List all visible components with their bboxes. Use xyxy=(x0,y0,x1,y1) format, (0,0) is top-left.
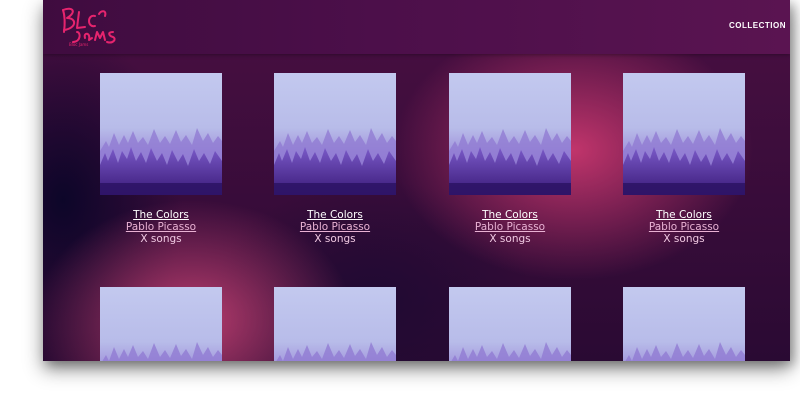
album-artist-link[interactable]: Pablo Picasso xyxy=(255,221,415,233)
album-song-count: X songs xyxy=(140,233,182,245)
album-title-link[interactable]: The Colors xyxy=(81,209,241,221)
album-card xyxy=(81,287,241,361)
album-song-count: X songs xyxy=(663,233,705,245)
album-card xyxy=(255,287,415,361)
album-artist-link[interactable]: Pablo Picasso xyxy=(604,221,764,233)
album-card: The Colors Pablo Picasso X songs xyxy=(430,73,590,245)
album-card: The Colors Pablo Picasso X songs xyxy=(81,73,241,245)
album-cover-image[interactable] xyxy=(623,287,745,361)
album-title-link[interactable]: The Colors xyxy=(604,209,764,221)
album-cover-image[interactable] xyxy=(274,73,396,195)
app-window: Bloc Jams COLLECTION The Colors Pablo Pi… xyxy=(43,0,790,361)
album-card xyxy=(604,287,764,361)
album-card: The Colors Pablo Picasso X songs xyxy=(604,73,764,245)
album-title-link[interactable]: The Colors xyxy=(255,209,415,221)
album-song-count: X songs xyxy=(489,233,531,245)
album-card xyxy=(430,287,590,361)
album-cover-image[interactable] xyxy=(449,73,571,195)
album-artist-link[interactable]: Pablo Picasso xyxy=(430,221,590,233)
album-collection-grid: The Colors Pablo Picasso X songs The Col… xyxy=(43,0,790,361)
album-cover-image[interactable] xyxy=(274,287,396,361)
album-title-link[interactable]: The Colors xyxy=(430,209,590,221)
album-song-count: X songs xyxy=(314,233,356,245)
album-cover-image[interactable] xyxy=(623,73,745,195)
album-cover-image[interactable] xyxy=(449,287,571,361)
album-card: The Colors Pablo Picasso X songs xyxy=(255,73,415,245)
album-artist-link[interactable]: Pablo Picasso xyxy=(81,221,241,233)
album-cover-image[interactable] xyxy=(100,73,222,195)
album-cover-image[interactable] xyxy=(100,287,222,361)
